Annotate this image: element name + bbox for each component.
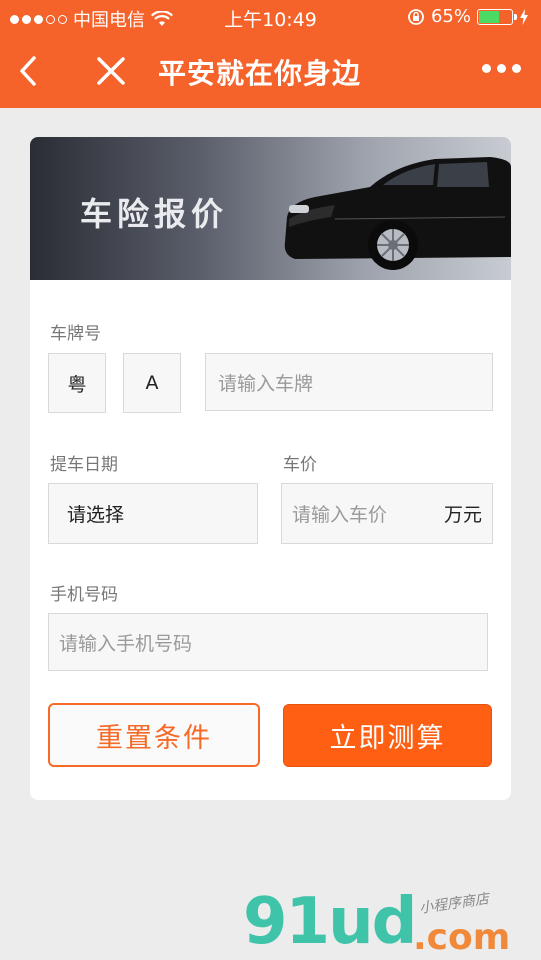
close-icon[interactable] (94, 54, 128, 88)
watermark-tagline: 小程序商店 (418, 891, 490, 917)
plate-province-value: 粤 (67, 373, 87, 396)
status-right: 65% (407, 6, 529, 27)
price-label: 车价 (283, 455, 317, 475)
price-unit: 万元 (443, 504, 482, 526)
charging-icon (520, 8, 528, 25)
banner-title: 车险报价 (80, 195, 229, 233)
battery-icon (477, 8, 517, 25)
date-picker[interactable]: 请选择 (48, 483, 258, 544)
more-dots-icon[interactable] (482, 64, 521, 73)
chevron-left-icon[interactable] (14, 54, 44, 88)
car-image (284, 157, 511, 270)
plate-letter-value: A (145, 372, 159, 394)
battery-percent: 65% (430, 6, 471, 27)
plate-label: 车牌号 (50, 324, 101, 344)
phone-label: 手机号码 (50, 585, 118, 605)
calculate-button[interactable]: 立即测算 (283, 704, 492, 767)
plate-number-placeholder: 请输入车牌 (218, 372, 314, 395)
quote-card: 车险报价 车牌号 粤 A 请输入车牌 提车日期 车价 请选择 请输入车价 万元 … (30, 137, 511, 800)
rotation-lock-icon (408, 8, 424, 25)
phone-placeholder: 请输入手机号码 (59, 632, 193, 655)
navigation-bar: 平安就在你身边 (0, 34, 541, 108)
price-placeholder: 请输入车价 (292, 504, 388, 526)
banner: 车险报价 (30, 137, 511, 280)
date-picker-value: 请选择 (67, 504, 125, 526)
plate-province-select[interactable]: 粤 (48, 353, 106, 413)
plate-letter-select[interactable]: A (123, 353, 181, 413)
plate-number-input[interactable]: 请输入车牌 (205, 353, 493, 411)
watermark-logo: 91ud 小程序商店 .com (243, 885, 533, 959)
date-label: 提车日期 (50, 455, 118, 475)
status-bar: 中国电信 上午10:49 65% (0, 0, 541, 34)
watermark-main: 91ud (243, 885, 417, 959)
watermark-domain: .com (413, 917, 511, 958)
reset-button[interactable]: 重置条件 (48, 703, 260, 767)
price-input[interactable]: 请输入车价 万元 (281, 483, 493, 544)
page-title: 平安就在你身边 (158, 57, 362, 90)
phone-input[interactable]: 请输入手机号码 (48, 613, 488, 671)
